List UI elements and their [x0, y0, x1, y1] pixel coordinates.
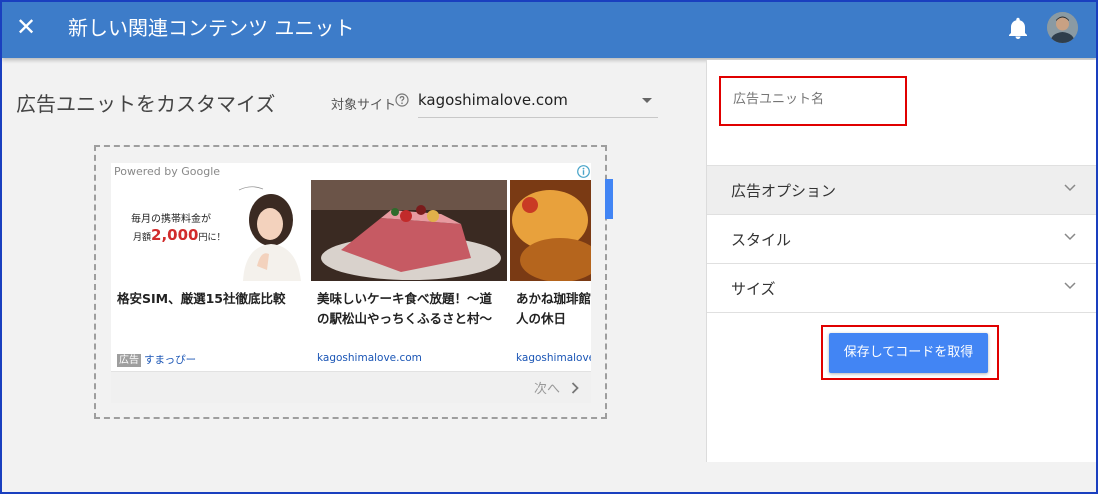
banner-text-suffix: 円に！	[198, 232, 225, 243]
banner-text-line1: 毎月の携帯料金が	[131, 212, 211, 225]
ad-item-image	[311, 180, 507, 281]
help-icon[interactable]	[395, 93, 409, 107]
banner-text-prefix: 月額	[133, 231, 151, 243]
ad-item[interactable]: あかね珈琲館ンチ～老舗コり大人の休日 kagoshimalove.com	[510, 163, 591, 371]
section-label: サイズ	[731, 280, 776, 298]
section-label: スタイル	[731, 231, 792, 249]
avatar[interactable]	[1047, 12, 1078, 43]
ad-footer: 次へ	[111, 371, 591, 403]
ad-item-title: あかね珈琲館ンチ～老舗コり大人の休日	[516, 291, 591, 326]
ad-unit-name-field[interactable]	[719, 76, 907, 126]
section-style[interactable]: スタイル	[707, 214, 1096, 263]
ad-item-image: 毎月の携帯料金が 月額2,000円に！	[111, 180, 307, 281]
site-select[interactable]: kagoshimalove.com	[418, 86, 658, 118]
preview-side-tab[interactable]	[605, 179, 613, 219]
save-button-highlight: 保存してコードを取得	[821, 325, 999, 380]
page-title: 新しい関連コンテンツ ユニット	[68, 16, 355, 40]
save-and-get-code-button[interactable]: 保存してコードを取得	[829, 333, 988, 373]
section-ad-options[interactable]: 広告オプション	[707, 165, 1096, 214]
bell-icon[interactable]	[1006, 15, 1030, 41]
caret-down-icon	[642, 98, 652, 103]
ad-preview-area: Powered by Google 毎月の携帯料金が 月額2,000円に！ 格安…	[94, 145, 607, 419]
ad-badge: 広告	[117, 354, 141, 367]
ad-item-image	[510, 180, 591, 281]
app-window: ✕ 新しい関連コンテンツ ユニット 広告ユニットをカスタマイズ 対象サイト ka…	[0, 0, 1098, 494]
ad-item[interactable]: 毎月の携帯料金が 月額2,000円に！ 格安SIM、厳選15社徹底比較 広告 すま…	[111, 163, 311, 371]
site-label: 対象サイト	[331, 98, 397, 113]
ad-unit-name-input[interactable]	[731, 91, 891, 108]
chevron-down-icon	[1064, 282, 1076, 290]
ad-item-domain: kagoshimalove.com	[516, 352, 591, 364]
next-link[interactable]: 次へ	[534, 378, 560, 397]
ad-item-domain: kagoshimalove.com	[317, 352, 422, 364]
settings-panel: 広告オプション スタイル サイズ 保存してコードを取得	[706, 60, 1096, 462]
customize-heading: 広告ユニットをカスタマイズ	[16, 92, 276, 116]
section-label: 広告オプション	[731, 182, 837, 200]
close-icon[interactable]: ✕	[14, 15, 38, 39]
chevron-right-icon[interactable]	[571, 382, 579, 394]
ad-item-domain: すまっぴー	[144, 354, 197, 366]
ad-preview-card: Powered by Google 毎月の携帯料金が 月額2,000円に！ 格安…	[111, 163, 591, 403]
ad-item-title: 格安SIM、厳選15社徹底比較	[117, 291, 286, 306]
chevron-down-icon	[1064, 184, 1076, 192]
section-size[interactable]: サイズ	[707, 263, 1096, 312]
ad-item[interactable]: 美味しいケーキ食べ放題！～道の駅松山やっちくふるさと村～ kagoshimalo…	[311, 163, 511, 371]
chevron-down-icon	[1064, 233, 1076, 241]
banner-price: 2,000	[151, 226, 198, 244]
site-select-value: kagoshimalove.com	[418, 91, 568, 109]
food-photo	[510, 180, 591, 281]
top-app-bar: ✕ 新しい関連コンテンツ ユニット	[2, 2, 1096, 58]
ad-item-title: 美味しいケーキ食べ放題！～道の駅松山やっちくふるさと村～	[317, 291, 493, 326]
ad-item-source: 広告 すまっぴー	[117, 352, 196, 367]
cake-photo	[311, 180, 507, 281]
sim-banner-image: 毎月の携帯料金が 月額2,000円に！	[111, 180, 307, 281]
section-divider	[707, 312, 1096, 313]
